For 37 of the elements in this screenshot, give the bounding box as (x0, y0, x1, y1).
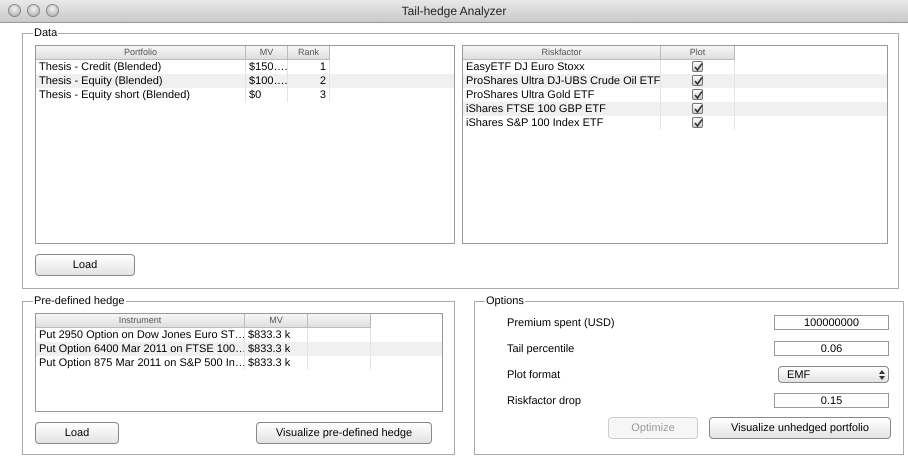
input-field[interactable]: 100000000 (774, 315, 889, 330)
field-label: Riskfactor drop (507, 394, 581, 406)
table-cell: $0 (246, 88, 288, 102)
plot-checkbox[interactable] (692, 89, 703, 100)
zoom-icon[interactable] (46, 4, 59, 17)
group-label: Pre-defined hedge (33, 295, 126, 307)
stepper-icon (879, 370, 885, 380)
plot-checkbox[interactable] (692, 75, 703, 86)
column-header[interactable]: Riskfactor (463, 46, 661, 60)
column-header[interactable]: Portfolio (36, 46, 246, 60)
input-field[interactable]: 0.15 (774, 393, 889, 408)
table-cell: $833.3 k (245, 356, 308, 370)
visualize-button[interactable]: Visualize unhedged portfolio (709, 417, 891, 439)
table-cell: iShares S&P 100 Index ETF (463, 116, 661, 130)
field-label: Premium spent (USD) (507, 316, 615, 328)
plot-checkbox[interactable] (692, 117, 703, 128)
input-field[interactable]: 0.06 (774, 341, 889, 356)
column-header[interactable]: Rank (288, 46, 330, 60)
column-header[interactable]: Plot (661, 46, 735, 60)
field-label: Plot format (507, 368, 560, 380)
field-label: Tail percentile (507, 342, 574, 354)
visualize-button[interactable]: Visualize pre-defined hedge (256, 422, 432, 444)
group-label: Options (485, 295, 525, 307)
load-button[interactable]: Load (35, 422, 119, 444)
plot-checkbox[interactable] (692, 103, 703, 114)
column-header[interactable]: MV (245, 314, 308, 328)
group-label: Data (33, 27, 58, 39)
format-select[interactable]: EMF (778, 366, 889, 383)
minimize-icon[interactable] (27, 4, 40, 17)
table-cell: Thesis - Equity short (Blended) (36, 88, 246, 102)
column-header[interactable]: MV (246, 46, 288, 60)
table-cell: 3 (288, 88, 330, 102)
plot-checkbox[interactable] (692, 61, 703, 72)
column-header[interactable]: Instrument (36, 314, 245, 328)
load-button[interactable]: Load (35, 254, 135, 276)
close-icon[interactable] (8, 4, 21, 17)
window-title: Tail-hedge Analyzer (402, 4, 506, 18)
